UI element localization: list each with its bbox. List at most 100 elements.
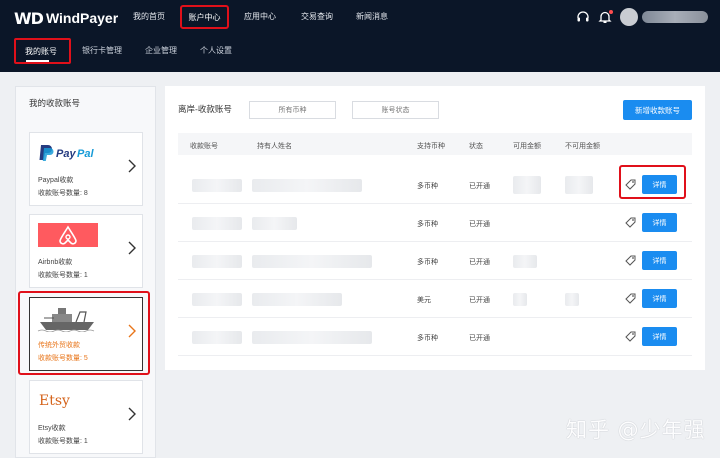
currency-cell: 多币种	[417, 183, 438, 190]
card-count: 收款账号数量: 8	[38, 190, 88, 197]
account-blurred	[192, 293, 242, 306]
chevron-right-icon	[128, 159, 136, 173]
available-blurred	[513, 255, 537, 268]
bell-icon[interactable]	[598, 10, 613, 24]
tag-icon[interactable]	[625, 293, 636, 304]
top-navigation: WD WindPayer 我的首页 账户中心 应用中心 交易查询 新闻消息 我的…	[0, 0, 720, 72]
user-area	[576, 8, 708, 26]
headset-icon[interactable]	[576, 10, 590, 24]
sidebar: 我的收款账号 Pay Pal Paypal收款 收款账号数量: 8 Airbnb…	[15, 86, 156, 458]
details-highlight	[619, 165, 686, 199]
avatar[interactable]	[620, 8, 638, 26]
currency-filter[interactable]: 所有币种	[249, 101, 336, 119]
details-button[interactable]: 详情	[642, 289, 677, 308]
nav-home[interactable]: 我的首页	[133, 11, 165, 22]
table-row: 多币种 已开通 详情	[178, 204, 692, 242]
notification-dot	[609, 10, 613, 14]
etsy-logo: Etsy	[39, 393, 70, 409]
svg-text:Pal: Pal	[77, 148, 94, 160]
nav-news[interactable]: 新闻消息	[356, 11, 388, 22]
status-cell: 已开通	[469, 221, 490, 228]
col-status: 状态	[469, 143, 483, 150]
account-blurred	[192, 255, 242, 268]
currency-filter-label: 所有币种	[278, 107, 307, 114]
status-filter-label: 账号状态	[381, 107, 410, 114]
holder-blurred	[252, 179, 362, 192]
tag-icon[interactable]	[625, 255, 636, 266]
card-count: 收款账号数量: 1	[38, 272, 88, 279]
chevron-right-icon	[128, 241, 136, 255]
table-row: 多币种 已开通 详情	[178, 242, 692, 280]
col-available: 可用金额	[513, 143, 541, 150]
table-header: 收款账号 持有人姓名 支持币种 状态 可用金额 不可用金额	[178, 133, 692, 155]
table-row: 多币种 已开通 详情	[178, 166, 692, 204]
details-label: 详情	[652, 295, 667, 303]
card-count: 收款账号数量: 1	[38, 438, 88, 445]
brand-name: WindPayer	[45, 10, 119, 26]
card-name: Paypal收款	[38, 177, 74, 184]
card-name: Etsy收款	[38, 425, 66, 432]
currency-cell: 多币种	[417, 259, 438, 266]
table-row: 多币种 已开通 详情	[178, 318, 692, 356]
status-cell: 已开通	[469, 335, 490, 342]
watermark: 知乎 @少年强	[566, 418, 706, 442]
card-etsy[interactable]: Etsy Etsy收款 收款账号数量: 1	[29, 380, 143, 454]
unavailable-blurred	[565, 176, 593, 194]
account-blurred	[192, 331, 242, 344]
details-button[interactable]: 详情	[642, 213, 677, 232]
col-account: 收款账号	[190, 143, 218, 150]
details-button[interactable]: 详情	[642, 251, 677, 270]
currency-cell: 美元	[417, 297, 431, 304]
account-blurred	[192, 217, 242, 230]
nav-transactions[interactable]: 交易查询	[301, 11, 333, 22]
account-blurred	[192, 179, 242, 192]
status-filter[interactable]: 账号状态	[352, 101, 439, 119]
airbnb-logo	[38, 223, 98, 247]
details-button[interactable]: 详情	[642, 327, 677, 346]
holder-blurred	[252, 331, 372, 344]
nav-account-center[interactable]: 账户中心	[180, 5, 229, 29]
subnav-company[interactable]: 企业管理	[145, 45, 177, 56]
details-label: 详情	[652, 219, 667, 227]
panel-title: 离岸-收款账号	[178, 104, 232, 114]
logo[interactable]: WD WindPayer	[14, 8, 118, 28]
subnav-my-account-label: 我的账号	[25, 47, 57, 56]
paypal-logo: Pay Pal	[39, 145, 94, 161]
status-cell: 已开通	[469, 297, 490, 304]
chevron-right-icon	[128, 407, 136, 421]
subnav-settings[interactable]: 个人设置	[200, 45, 232, 56]
card-airbnb[interactable]: Airbnb收款 收款账号数量: 1	[29, 214, 143, 288]
active-tab-indicator	[26, 60, 49, 62]
tag-icon[interactable]	[625, 331, 636, 342]
available-blurred	[513, 176, 541, 194]
nav-app-center[interactable]: 应用中心	[244, 11, 276, 22]
currency-cell: 多币种	[417, 335, 438, 342]
card-name: Airbnb收款	[38, 259, 73, 266]
available-blurred	[513, 293, 527, 306]
card-paypal[interactable]: Pay Pal Paypal收款 收款账号数量: 8	[29, 132, 143, 206]
details-label: 详情	[652, 333, 667, 341]
accounts-panel: 离岸-收款账号 所有币种 账号状态 新增收款账号 收款账号 持有人姓名 支持币种…	[165, 86, 705, 370]
holder-blurred	[252, 293, 342, 306]
holder-blurred	[252, 217, 297, 230]
table-row: 美元 已开通 详情	[178, 280, 692, 318]
col-holder: 持有人姓名	[257, 143, 292, 150]
add-account-button[interactable]: 新增收款账号	[623, 100, 692, 120]
logo-mark: WD	[14, 8, 44, 28]
username-blurred[interactable]	[642, 11, 708, 23]
unavailable-blurred	[565, 293, 579, 306]
col-unavailable: 不可用金额	[565, 143, 600, 150]
details-label: 详情	[652, 257, 667, 265]
status-cell: 已开通	[469, 259, 490, 266]
status-cell: 已开通	[469, 183, 490, 190]
currency-cell: 多币种	[417, 221, 438, 228]
col-currency: 支持币种	[417, 143, 445, 150]
add-account-label: 新增收款账号	[635, 105, 680, 115]
holder-blurred	[252, 255, 372, 268]
selected-card-highlight	[18, 291, 150, 375]
subnav-bank-cards[interactable]: 银行卡管理	[82, 45, 122, 56]
tag-icon[interactable]	[625, 217, 636, 228]
nav-account-center-label: 账户中心	[188, 12, 221, 22]
sidebar-title: 我的收款账号	[29, 98, 81, 108]
svg-text:Pay: Pay	[56, 148, 76, 160]
